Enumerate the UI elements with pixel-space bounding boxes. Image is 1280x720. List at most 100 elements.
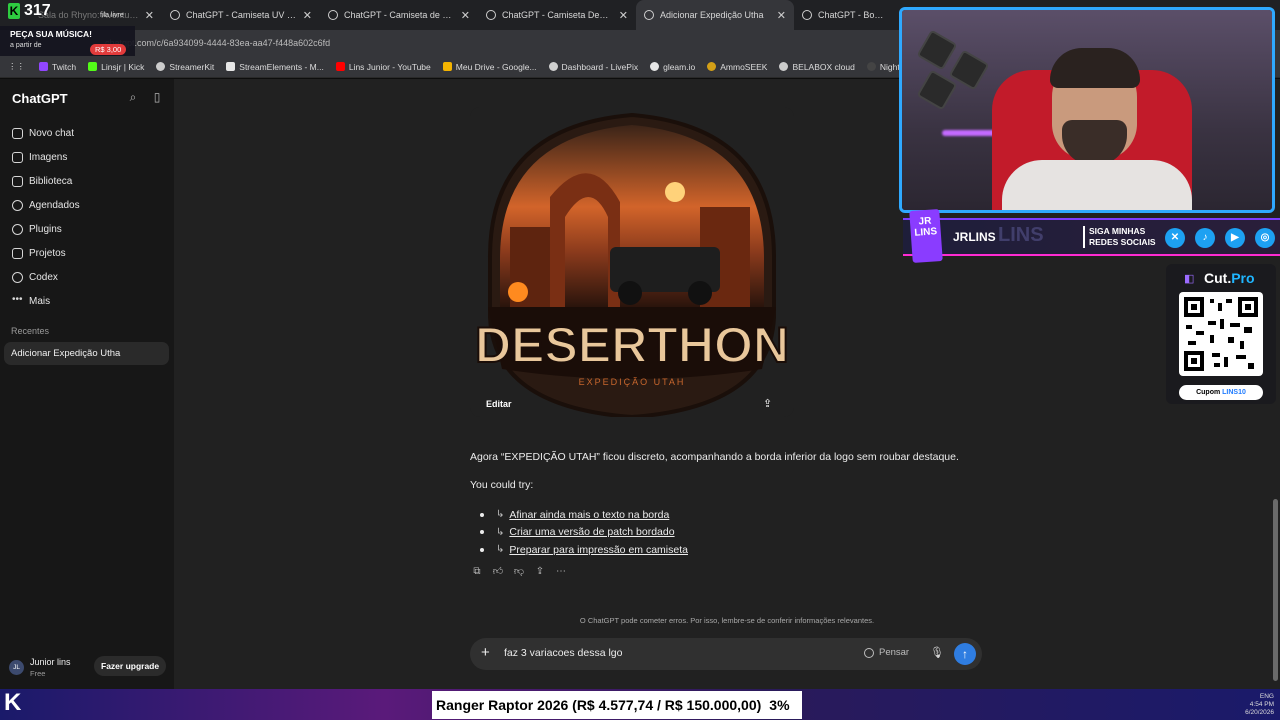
bookmark-drive[interactable]: Meu Drive - Google... bbox=[442, 62, 537, 72]
tab-close-icon[interactable]: ✕ bbox=[777, 9, 786, 22]
suggestion-link[interactable]: Afinar ainda mais o texto na borda bbox=[509, 509, 669, 521]
tab-5[interactable]: ChatGPT - Boné branc bbox=[794, 0, 894, 30]
tab-label: ChatGPT - Camiseta UV para tr bbox=[186, 10, 297, 20]
twitch-icon bbox=[39, 62, 48, 71]
cam-hair bbox=[1050, 48, 1140, 88]
scrollbar[interactable] bbox=[1273, 499, 1278, 681]
tab-close-icon[interactable]: ✕ bbox=[303, 9, 312, 22]
nav-codex[interactable]: Codex bbox=[0, 265, 174, 289]
try-label: You could try: bbox=[470, 479, 534, 491]
webcam-overlay bbox=[899, 7, 1275, 213]
nav-label: Mais bbox=[29, 295, 51, 307]
thumbs-up-icon[interactable]: 👍︎ bbox=[492, 566, 504, 578]
google-drive-icon bbox=[442, 62, 452, 71]
bookmark-kick[interactable]: Linsjr | Kick bbox=[88, 62, 144, 72]
bookmark-youtube[interactable]: Lins Junior - YouTube bbox=[335, 61, 431, 72]
chatgpt-favicon-icon bbox=[328, 10, 338, 20]
bookmark-streamerkit[interactable]: StreamerKit bbox=[156, 62, 214, 72]
goal-percent: 3% bbox=[769, 697, 790, 713]
tab-close-icon[interactable]: ✕ bbox=[461, 9, 470, 22]
donation-goal: Ranger Raptor 2026 (R$ 4.577,74 / R$ 150… bbox=[432, 691, 802, 719]
nav-projetos[interactable]: Projetos bbox=[0, 241, 174, 265]
bookmark-label: Linsjr | Kick bbox=[101, 61, 145, 72]
copy-icon[interactable]: ⧉ bbox=[471, 566, 483, 578]
folder-icon bbox=[12, 247, 23, 259]
goal-text: Ranger Raptor 2026 (R$ 4.577,74 / R$ 150… bbox=[436, 697, 762, 713]
plugin-icon bbox=[12, 223, 23, 235]
tab-1[interactable]: ChatGPT - Camiseta UV para tr ✕ bbox=[162, 0, 320, 30]
composer: + faz 3 variacoes dessa lgo Pensar 🎙︎ ↑ bbox=[470, 638, 982, 670]
nav-label: Biblioteca bbox=[29, 175, 73, 187]
nav-label: Projetos bbox=[29, 247, 66, 259]
tray-time: 4:54 PM bbox=[1249, 701, 1274, 708]
suggestion-link[interactable]: Criar uma versão de patch bordado bbox=[509, 526, 674, 538]
generated-image[interactable]: DESERTHON EXPEDIÇÃO UTAH bbox=[470, 107, 794, 417]
cutpro-overlay: ◧ Cut.Pro Cupom LINS10 bbox=[1166, 264, 1276, 404]
edit-image-button[interactable]: Editar bbox=[486, 399, 512, 409]
disclaimer: O ChatGPT pode cometer erros. Por isso, … bbox=[579, 616, 875, 625]
bookmark-belabox[interactable]: BELABOX cloud bbox=[779, 61, 855, 72]
bookmark-label: Lins Junior - YouTube bbox=[348, 61, 431, 72]
bookmark-label: BELABOX cloud bbox=[792, 61, 855, 72]
bookmark-gleam[interactable]: gleam.io bbox=[650, 62, 695, 72]
nav-imagens[interactable]: Imagens bbox=[0, 145, 174, 169]
ammoseek-icon bbox=[707, 62, 717, 71]
suggestion-item[interactable]: ↳ Criar uma versão de patch bordado bbox=[480, 524, 688, 542]
bullet bbox=[480, 530, 484, 535]
nav-novo-chat[interactable]: Novo chat bbox=[0, 121, 174, 145]
bullet bbox=[480, 547, 484, 552]
brand-title[interactable]: ChatGPT bbox=[12, 91, 68, 106]
tab-4-active[interactable]: Adicionar Expedição Utha ✕ bbox=[636, 0, 794, 30]
share-icon[interactable]: ⇪ bbox=[534, 566, 546, 578]
tab-3[interactable]: ChatGPT - Camiseta Deserthon ✕ bbox=[478, 0, 636, 30]
share-icon[interactable]: ⇪ bbox=[763, 397, 772, 410]
tab-label: ChatGPT - Boné branc bbox=[818, 10, 886, 20]
viewer-counter: 317 bbox=[24, 2, 51, 19]
edit-icon bbox=[12, 127, 23, 139]
youtube-icon bbox=[335, 62, 345, 71]
nav-plugins[interactable]: Plugins bbox=[0, 217, 174, 241]
tab-2[interactable]: ChatGPT - Camiseta de perform ✕ bbox=[320, 0, 478, 30]
nav-label: Imagens bbox=[29, 151, 68, 163]
bookmark-livepix[interactable]: Dashboard - LivePix bbox=[548, 61, 639, 72]
kick-logo-icon: K bbox=[8, 3, 20, 19]
sidebar-toggle-icon[interactable]: ▯ bbox=[149, 90, 165, 106]
user-plan: Free bbox=[30, 669, 46, 678]
tab-close-icon[interactable]: ✕ bbox=[619, 9, 628, 22]
nav-mais[interactable]: ••• Mais bbox=[0, 289, 174, 313]
tab-close-icon[interactable]: ✕ bbox=[145, 9, 154, 22]
sidebar: ChatGPT ⌕ ▯ Novo chat Imagens Biblioteca… bbox=[0, 79, 174, 720]
think-button[interactable]: Pensar bbox=[864, 647, 909, 658]
assistant-message: Agora “EXPEDIÇÃO UTAH” ficou discreto, a… bbox=[470, 451, 959, 463]
user-menu[interactable]: JL Junior lins Free bbox=[9, 657, 71, 678]
chatgpt-favicon-icon bbox=[802, 10, 812, 20]
thumbs-down-icon[interactable]: 👎︎ bbox=[513, 566, 525, 578]
suggestion-item[interactable]: ↳ Preparar para impressão em camiseta bbox=[480, 541, 688, 559]
search-icon[interactable]: ⌕ bbox=[125, 90, 141, 106]
url-text[interactable]: chatgpt.com/c/6a934099-4444-83ea-aa47-f4… bbox=[105, 38, 330, 48]
plus-icon[interactable]: + bbox=[481, 644, 490, 661]
send-button[interactable]: ↑ bbox=[954, 643, 976, 665]
bookmark-label: Dashboard - LivePix bbox=[561, 61, 639, 72]
apps-grid-icon[interactable]: ⋮⋮ bbox=[8, 61, 25, 72]
cupom-label: Cupom bbox=[1196, 389, 1221, 396]
bookmark-twitch[interactable]: Twitch bbox=[39, 62, 76, 72]
streamerkit-icon bbox=[156, 62, 166, 71]
nav-biblioteca[interactable]: Biblioteca bbox=[0, 169, 174, 193]
more-icon[interactable]: ⋯ bbox=[555, 566, 567, 578]
recent-chat-item[interactable]: Adicionar Expedição Utha bbox=[4, 342, 169, 365]
message-input[interactable]: faz 3 variacoes dessa lgo bbox=[504, 647, 622, 659]
upgrade-button[interactable]: Fazer upgrade bbox=[94, 656, 167, 676]
gleam-icon bbox=[650, 62, 660, 71]
bookmark-ammoseek[interactable]: AmmoSEEK bbox=[707, 62, 767, 72]
suggestion-link[interactable]: Preparar para impressão em camiseta bbox=[509, 544, 688, 556]
suggestion-item[interactable]: ↳ Afinar ainda mais o texto na borda bbox=[480, 506, 688, 524]
bookmark-streamelements[interactable]: StreamElements - M... bbox=[226, 62, 324, 72]
screen: Sala do Rhyno: Aventura no deserto ✕ Cha… bbox=[0, 0, 1280, 720]
nav-agendados[interactable]: Agendados bbox=[0, 193, 174, 217]
deserthon-logo-image: DESERTHON EXPEDIÇÃO UTAH bbox=[474, 112, 790, 417]
jr-lins-badge: JR LINS bbox=[909, 209, 943, 263]
instagram-icon: ◎ bbox=[1255, 228, 1275, 248]
microphone-icon[interactable]: 🎙︎ bbox=[930, 646, 944, 660]
nav-label: Codex bbox=[29, 271, 58, 283]
